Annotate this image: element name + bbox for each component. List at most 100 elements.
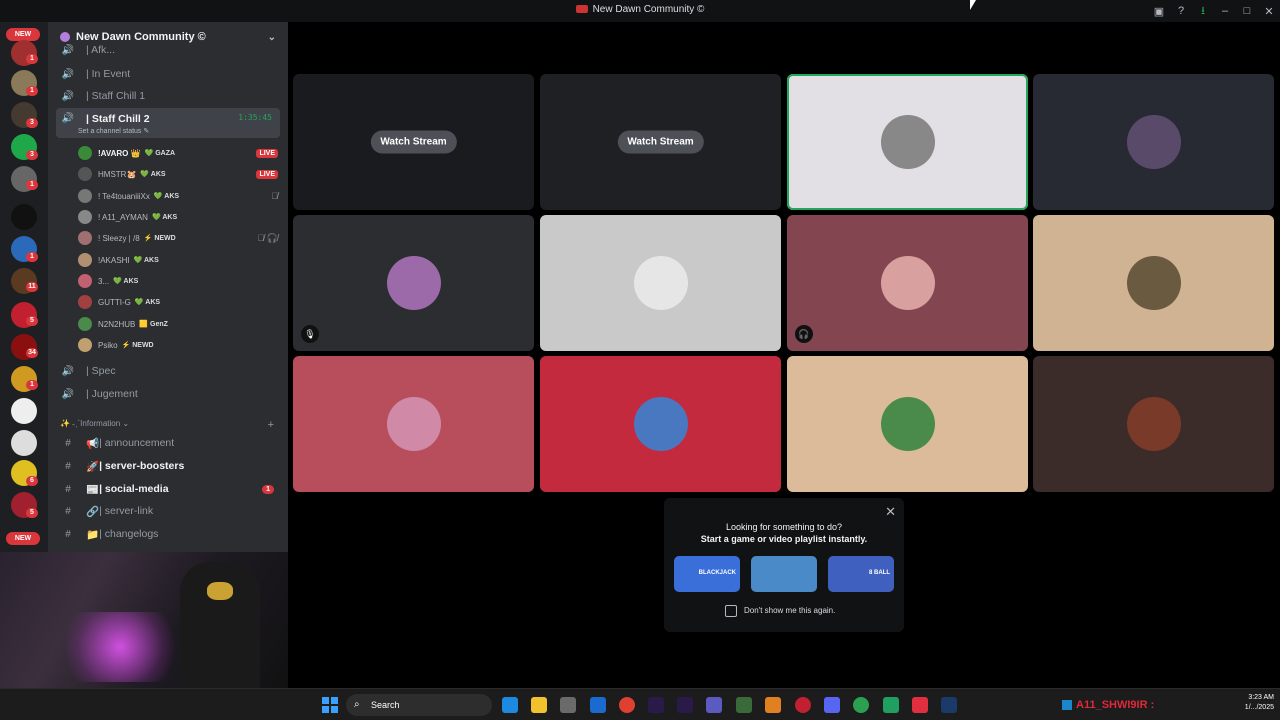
speaker-icon: 🔊 bbox=[61, 44, 75, 56]
speaker-icon: 🔊 bbox=[61, 113, 75, 124]
chevron-down-icon[interactable]: ⌄ bbox=[268, 32, 276, 43]
participant-tile[interactable] bbox=[787, 74, 1028, 210]
app-icon bbox=[575, 5, 588, 14]
teams-icon[interactable] bbox=[706, 697, 722, 713]
chrome-icon[interactable] bbox=[853, 697, 869, 713]
app-icon[interactable] bbox=[883, 697, 899, 713]
dont-show-checkbox[interactable] bbox=[725, 605, 737, 617]
category-information[interactable]: ✨ ˗ˏˋInformation ⌄ + bbox=[60, 419, 280, 431]
edge-icon[interactable] bbox=[502, 697, 518, 713]
hash-icon: # bbox=[65, 505, 71, 517]
channel-status[interactable]: Set a channel status ✎ bbox=[78, 127, 149, 135]
participant-tile[interactable] bbox=[293, 356, 534, 492]
voice-channel-staff-chill-2[interactable]: 🔊 | Staff Chill 2 1:35:45 Set a channel … bbox=[56, 108, 280, 138]
avatar bbox=[78, 274, 92, 288]
store-icon[interactable] bbox=[560, 697, 576, 713]
close-button[interactable]: ✕ bbox=[1258, 5, 1280, 18]
mention-badge: 5 bbox=[26, 316, 38, 326]
voice-user[interactable]: GUTTI-G 💚 AKS bbox=[78, 292, 278, 312]
inbox-icon[interactable]: ▣ bbox=[1148, 5, 1170, 18]
watch-stream-button[interactable]: Watch Stream bbox=[617, 130, 704, 154]
avatar bbox=[386, 397, 441, 451]
text-channel-server-boosters[interactable]: # 🚀 | server-boosters bbox=[56, 456, 280, 476]
speaker-icon: 🔊 bbox=[61, 388, 75, 400]
after-effects-icon[interactable] bbox=[677, 697, 693, 713]
close-icon[interactable]: ✕ bbox=[885, 504, 896, 520]
participant-tile[interactable]: 🎙 bbox=[293, 215, 534, 351]
link-icon: 🔗 bbox=[86, 505, 100, 518]
steam-icon[interactable] bbox=[941, 697, 957, 713]
taskbar-search[interactable]: ⌕ Search bbox=[346, 694, 492, 716]
voice-channel-jugement[interactable]: 🔊 | Jugement bbox=[56, 384, 280, 404]
text-channel-server-link[interactable]: # 🔗 | server-link bbox=[56, 501, 280, 521]
app-icon[interactable] bbox=[765, 697, 781, 713]
server-icon[interactable] bbox=[11, 430, 37, 456]
live-badge: LIVE bbox=[256, 148, 278, 158]
mention-badge: 1 bbox=[26, 86, 38, 96]
voice-channel-spec[interactable]: 🔊 | Spec bbox=[56, 361, 280, 381]
app-icon[interactable] bbox=[736, 697, 752, 713]
avatar bbox=[78, 189, 92, 203]
premiere-icon[interactable] bbox=[648, 697, 664, 713]
avatar bbox=[78, 167, 92, 181]
voice-user[interactable]: HMSTR🐹 💚 AKS LIVE bbox=[78, 164, 278, 184]
mention-badge: 6 bbox=[26, 476, 38, 486]
avatar bbox=[78, 231, 92, 245]
voice-user[interactable]: Psiko ⚡ NEWD bbox=[78, 335, 278, 355]
server-icon[interactable] bbox=[11, 204, 37, 230]
participant-tile[interactable] bbox=[1033, 356, 1274, 492]
hash-icon: # bbox=[65, 528, 71, 540]
server-icon[interactable] bbox=[11, 398, 37, 424]
help-icon[interactable]: ? bbox=[1170, 5, 1192, 17]
app-icon[interactable] bbox=[912, 697, 928, 713]
voice-channel-staff-chill-1[interactable]: 🔊 | Staff Chill 1 bbox=[56, 86, 280, 106]
minimize-button[interactable]: – bbox=[1214, 5, 1236, 17]
add-channel-icon[interactable]: + bbox=[268, 419, 274, 431]
avatar bbox=[1126, 256, 1181, 310]
outlook-icon[interactable] bbox=[590, 697, 606, 713]
stream-tile[interactable]: Watch Stream bbox=[540, 74, 781, 210]
voice-user[interactable]: !AVARO 👑 💚 GAZA LIVE bbox=[78, 143, 278, 163]
avatar bbox=[633, 397, 688, 451]
mouse-cursor-icon bbox=[970, 0, 976, 10]
text-channel-social-media[interactable]: # 📰 | social-media 1 bbox=[56, 479, 280, 499]
voice-user[interactable]: ! Te4touaniiiXx 💚 AKS 🎙̸ bbox=[78, 186, 278, 206]
participant-tile[interactable] bbox=[540, 215, 781, 351]
voice-channel[interactable]: 🔊 | Afk... bbox=[56, 44, 280, 56]
activity-blackjack[interactable]: BLACKJACK bbox=[674, 556, 740, 592]
chair-logo bbox=[207, 582, 233, 600]
participant-tile[interactable] bbox=[1033, 215, 1274, 351]
avatar bbox=[78, 338, 92, 352]
text-channel-changelogs[interactable]: # 📁 | changelogs bbox=[56, 524, 280, 544]
mention-badge: 3 bbox=[26, 118, 38, 128]
activity-8-ball[interactable]: 8 BALL bbox=[828, 556, 894, 592]
voice-user[interactable]: 3... 💚 AKS bbox=[78, 271, 278, 291]
download-icon[interactable]: ⭳ bbox=[1192, 2, 1214, 21]
voice-channel-in-event[interactable]: 🔊 | In Event bbox=[56, 64, 280, 84]
voice-user[interactable]: !AKASHI 💚 AKS bbox=[78, 250, 278, 270]
stream-tile[interactable]: Watch Stream bbox=[293, 74, 534, 210]
system-clock[interactable]: 3:23 AM 1/.../2025 bbox=[1245, 693, 1274, 713]
app-icon[interactable] bbox=[795, 697, 811, 713]
participant-tile[interactable] bbox=[1033, 74, 1274, 210]
voice-user[interactable]: ! Sleezy | /8 ⚡ NEWD 🎙̸ 🎧̸ bbox=[78, 228, 278, 248]
chrome-icon[interactable] bbox=[619, 697, 635, 713]
avatar bbox=[1126, 115, 1181, 169]
text-channel-announcement[interactable]: # 📢 | announcement bbox=[56, 433, 280, 453]
windows-start-icon[interactable] bbox=[322, 697, 338, 713]
participant-tile[interactable] bbox=[787, 356, 1028, 492]
mic-deafened-icon: 🎙̸ 🎧̸ bbox=[257, 232, 278, 243]
maximize-button[interactable]: □ bbox=[1236, 5, 1258, 17]
participant-tile[interactable] bbox=[540, 356, 781, 492]
discord-icon[interactable] bbox=[824, 697, 840, 713]
boost-icon bbox=[60, 32, 70, 42]
activity-kart[interactable] bbox=[751, 556, 817, 592]
file-explorer-icon[interactable] bbox=[531, 697, 547, 713]
participant-tile[interactable]: 🎧 bbox=[787, 215, 1028, 351]
unread-badge: 1 bbox=[262, 484, 274, 494]
avatar bbox=[1126, 397, 1181, 451]
voice-user[interactable]: ! A11_AYMAN 💚 AKS bbox=[78, 207, 278, 227]
voice-user[interactable]: N2N2HUB 🟨 GenZ bbox=[78, 314, 278, 334]
avatar bbox=[78, 295, 92, 309]
watch-stream-button[interactable]: Watch Stream bbox=[370, 130, 457, 154]
